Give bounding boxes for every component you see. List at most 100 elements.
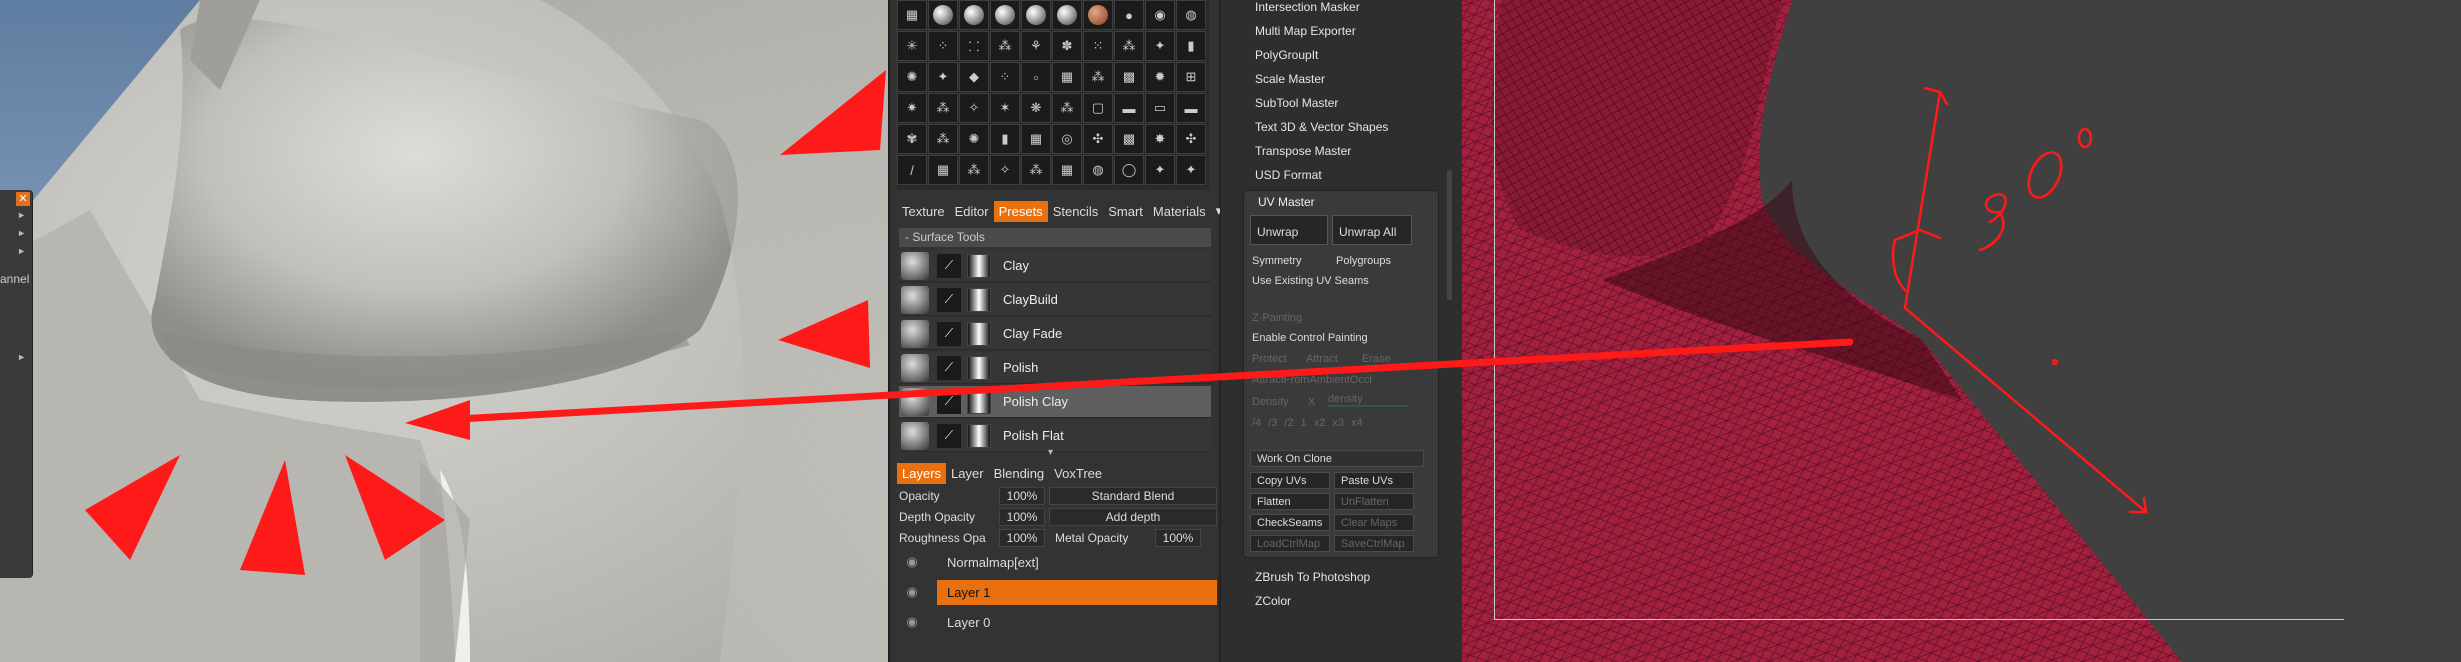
brush-thumbnail[interactable]: ❋	[1021, 93, 1051, 123]
layer-row[interactable]: ◉ Normalmap[ext]	[899, 548, 1217, 576]
brush-thumbnail[interactable]: ✷	[897, 93, 927, 123]
brush-thumbnail[interactable]: ⁂	[1083, 62, 1113, 92]
flatten-button[interactable]: Flatten	[1250, 493, 1330, 510]
unflatten-button[interactable]: UnFlatten	[1334, 493, 1414, 510]
brush-thumbnail[interactable]: ⁂	[928, 93, 958, 123]
brush-thumbnail[interactable]: ✦	[1176, 155, 1206, 185]
menu-label[interactable]: annel	[0, 272, 29, 286]
brush-thumbnail[interactable]: ⁂	[990, 31, 1020, 61]
brush-thumbnail[interactable]: ⚘	[1021, 31, 1051, 61]
layer-row-active[interactable]: ◉ Layer 1	[899, 578, 1217, 606]
brush-thumbnail[interactable]: ✦	[1145, 31, 1175, 61]
brush-thumbnail[interactable]: ▭	[1145, 93, 1175, 123]
tab-materials[interactable]: Materials	[1148, 201, 1211, 222]
chevron-right-icon[interactable]: ►	[17, 210, 26, 220]
side-menu-popup[interactable]: ✕ ► ► ► annel ►	[0, 190, 33, 578]
plugin-text-3d[interactable]: Text 3D & Vector Shapes	[1255, 120, 1388, 134]
tab-layer[interactable]: Layer	[946, 463, 989, 484]
attract-ao-button[interactable]: AttractFromAmbientOccl	[1252, 374, 1372, 386]
load-ctrl-map-button[interactable]: LoadCtrlMap	[1250, 535, 1330, 552]
brush-thumbnail[interactable]: ▦	[1052, 155, 1082, 185]
density-button[interactable]: /4	[1252, 417, 1261, 429]
tab-editor[interactable]: Editor	[950, 201, 994, 222]
brush-thumbnail[interactable]: ✹	[1145, 62, 1175, 92]
brush-thumbnail[interactable]: ◍	[1083, 155, 1113, 185]
layer-row[interactable]: ◉ Layer 0	[899, 608, 1217, 636]
unwrap-button[interactable]: Unwrap	[1250, 215, 1328, 245]
brush-thumbnail[interactable]	[959, 0, 989, 30]
plugin-subtool-master[interactable]: SubTool Master	[1255, 96, 1338, 110]
brush-thumbnail[interactable]: ◎	[1052, 124, 1082, 154]
uv-master-title[interactable]: UV Master	[1258, 195, 1315, 209]
brush-thumbnail[interactable]: ⁂	[959, 155, 989, 185]
brush-thumbnail[interactable]: ⁂	[1114, 31, 1144, 61]
plugin-scale-master[interactable]: Scale Master	[1255, 72, 1325, 86]
brush-thumbnail[interactable]: ⸬	[959, 31, 989, 61]
plugin-intersection-masker[interactable]: Intersection Masker	[1255, 0, 1360, 14]
density-button[interactable]: x2	[1314, 417, 1326, 429]
clear-maps-button[interactable]: Clear Maps	[1334, 514, 1414, 531]
symmetry-toggle[interactable]: Symmetry	[1252, 255, 1302, 267]
scroll-down-icon[interactable]: ▾	[1048, 447, 1053, 458]
brush-thumbnail[interactable]: ▦	[1052, 62, 1082, 92]
density-button[interactable]: x4	[1351, 417, 1363, 429]
checkseams-button[interactable]: CheckSeams	[1250, 514, 1330, 531]
work-on-clone-section[interactable]: Work On Clone	[1250, 450, 1424, 467]
paste-uvs-button[interactable]: Paste UVs	[1334, 472, 1414, 489]
brush-thumbnail[interactable]: ✽	[1052, 31, 1082, 61]
density-button[interactable]: /3	[1268, 417, 1277, 429]
save-ctrl-map-button[interactable]: SaveCtrlMap	[1334, 535, 1414, 552]
brush-thumbnail[interactable]: ✶	[990, 93, 1020, 123]
brush-thumbnail[interactable]: ✣	[1083, 124, 1113, 154]
unwrap-all-button[interactable]: Unwrap All	[1332, 215, 1412, 245]
brush-thumbnail[interactable]: ✺	[959, 124, 989, 154]
tool-row-clay-fade[interactable]: ⟋ Clay Fade	[899, 318, 1211, 350]
roughness-value[interactable]: 100%	[999, 529, 1045, 547]
sculpt-viewport-left[interactable]: ✕ ► ► ► annel ►	[0, 0, 888, 662]
enable-control-painting-toggle[interactable]: Enable Control Painting	[1252, 332, 1368, 344]
brush-thumbnail[interactable]: ▮	[990, 124, 1020, 154]
brush-thumbnail[interactable]: ▩	[1114, 62, 1144, 92]
sculpt-viewport-right[interactable]	[1462, 0, 2461, 662]
brush-thumbnail[interactable]: ◆	[959, 62, 989, 92]
brush-thumbnail[interactable]: ⊞	[1176, 62, 1206, 92]
brush-thumbnail[interactable]: ▮	[1176, 31, 1206, 61]
plugin-polygroupit[interactable]: PolyGroupIt	[1255, 48, 1318, 62]
section-title[interactable]: - Surface Tools	[899, 228, 1211, 247]
tab-layers[interactable]: Layers	[897, 462, 947, 484]
plugin-zcolor[interactable]: ZColor	[1255, 594, 1291, 608]
chevron-right-icon[interactable]: ►	[17, 246, 26, 256]
brush-thumbnail[interactable]: ✸	[1145, 124, 1175, 154]
depth-blend-select[interactable]: Add depth	[1049, 508, 1230, 526]
brush-thumbnail[interactable]: ⁙	[1083, 31, 1113, 61]
polygroups-toggle[interactable]: Polygroups	[1336, 255, 1391, 267]
brush-thumbnail[interactable]: ◯	[1114, 155, 1144, 185]
metal-value[interactable]: 100%	[1155, 529, 1201, 547]
density-button[interactable]: x3	[1332, 417, 1344, 429]
chevron-right-icon[interactable]: ►	[17, 352, 26, 362]
brush-thumbnail[interactable]: ▦	[928, 155, 958, 185]
use-existing-seams-toggle[interactable]: Use Existing UV Seams	[1252, 275, 1369, 287]
plugin-multi-map-exporter[interactable]: Multi Map Exporter	[1255, 24, 1356, 38]
brush-thumbnail[interactable]: ✦	[1145, 155, 1175, 185]
brush-thumbnail[interactable]: ▦	[1021, 124, 1051, 154]
brush-thumbnail[interactable]: ✺	[897, 62, 927, 92]
panel-scrollbar[interactable]	[1447, 170, 1452, 300]
brush-thumbnail[interactable]: ⁂	[928, 124, 958, 154]
brush-thumbnail[interactable]: ▢	[1083, 93, 1113, 123]
plugin-transpose-master[interactable]: Transpose Master	[1255, 144, 1351, 158]
tab-presets[interactable]: Presets	[993, 200, 1048, 222]
opacity-value[interactable]: 100%	[999, 487, 1045, 505]
brush-thumbnail[interactable]	[990, 0, 1020, 30]
tab-stencils[interactable]: Stencils	[1048, 201, 1104, 222]
brush-thumbnail[interactable]	[1083, 0, 1113, 30]
brush-thumbnail[interactable]: ▦	[897, 0, 927, 30]
brush-thumbnail[interactable]: ▫	[1021, 62, 1051, 92]
density-x-button[interactable]: X	[1308, 396, 1315, 408]
plugin-zbrush-to-photoshop[interactable]: ZBrush To Photoshop	[1255, 570, 1370, 584]
brush-thumbnail[interactable]: ◉	[1145, 0, 1175, 30]
copy-uvs-button[interactable]: Copy UVs	[1250, 472, 1330, 489]
eye-icon[interactable]: ◉	[899, 614, 925, 630]
brush-thumbnail[interactable]	[1021, 0, 1051, 30]
tool-row-claybuild[interactable]: ⟋ ClayBuild	[899, 284, 1211, 316]
